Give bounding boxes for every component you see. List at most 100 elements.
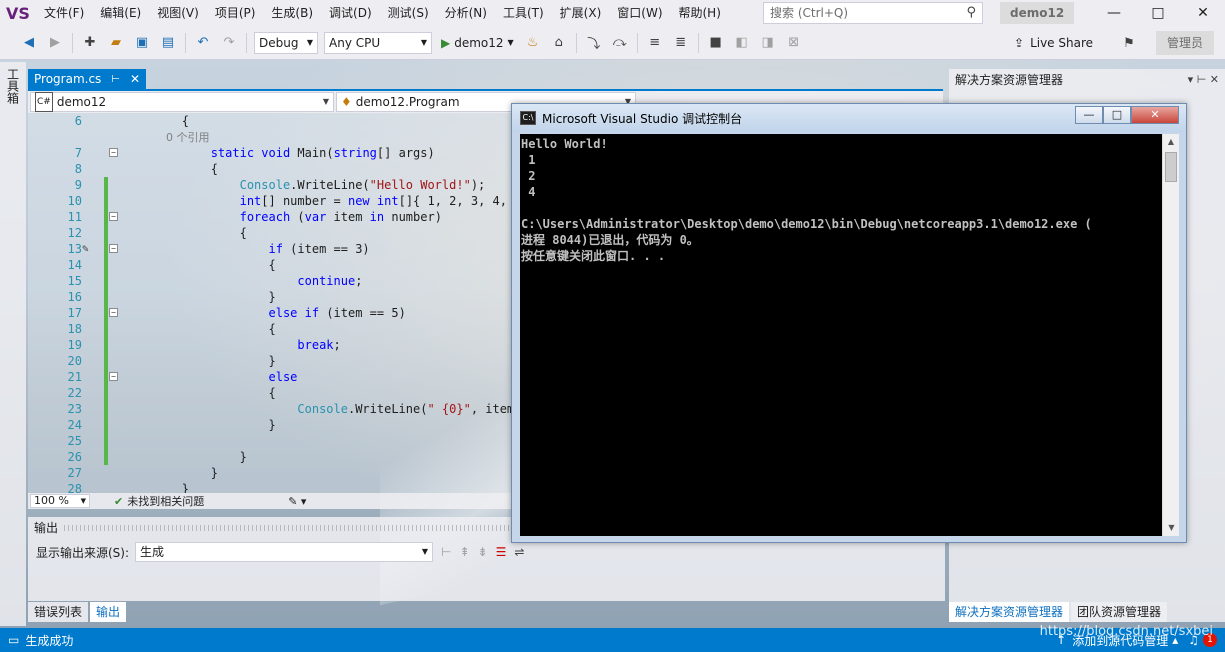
console-line: Hello World! — [521, 137, 608, 151]
menu-item[interactable]: 文件(F) — [36, 0, 92, 26]
line-number: 16 — [67, 290, 82, 304]
line-number: 12 — [67, 226, 82, 240]
word-wrap-icon[interactable]: ⇌ — [514, 545, 524, 559]
line-number: 18 — [67, 322, 82, 336]
change-indicator — [104, 369, 108, 385]
pane-options-icon[interactable]: ▾ ⊢ ✕ — [1188, 69, 1219, 91]
menu-item[interactable]: 视图(V) — [149, 0, 207, 26]
line-number: 27 — [67, 466, 82, 480]
console-minimize-button[interactable]: — — [1075, 106, 1103, 124]
tab-solution-explorer[interactable]: 解决方案资源管理器 — [949, 602, 1070, 622]
minimize-button[interactable]: — — [1092, 0, 1136, 26]
collapse-icon[interactable]: − — [109, 308, 118, 317]
open-folder-icon[interactable]: ▰ — [105, 32, 127, 54]
new-project-icon[interactable]: ✚ — [79, 32, 101, 54]
tab-program-cs[interactable]: Program.cs ⊢ ✕ — [28, 69, 146, 89]
line-number: 22 — [67, 386, 82, 400]
back-icon[interactable]: ◀ — [18, 32, 40, 54]
hot-reload-icon[interactable]: ♨ — [522, 32, 544, 54]
code-text: { — [124, 258, 276, 272]
tab-output[interactable]: 输出 — [90, 602, 127, 622]
save-all-icon[interactable]: ▤ — [157, 32, 179, 54]
code-text: { — [124, 322, 276, 336]
console-line: 按任意键关闭此窗口. . . — [521, 249, 666, 263]
console-line: C:\Users\Administrator\Desktop\demo\demo… — [521, 217, 1092, 231]
maximize-button[interactable]: □ — [1136, 0, 1180, 26]
toolbox-strip[interactable]: 工具箱 — [0, 62, 26, 626]
live-share-button[interactable]: ⇪ Live Share — [1014, 32, 1093, 54]
quick-action-icon[interactable]: ✎ — [82, 241, 89, 257]
toolbar-separator — [636, 32, 638, 53]
code-text: if (item == 3) — [268, 242, 370, 256]
debug-console-window[interactable]: C:\ Microsoft Visual Studio 调试控制台 — □ ✕ … — [511, 103, 1187, 543]
zoom-dropdown[interactable]: 100 % ▼ — [30, 494, 90, 508]
prev-message-icon[interactable]: ⇞ — [459, 545, 469, 559]
console-scrollbar[interactable]: ▲ ▼ — [1162, 134, 1179, 536]
goto-error-icon[interactable]: ⊢ — [441, 545, 451, 559]
output-source-dropdown[interactable]: 生成 ▼ — [135, 542, 434, 562]
scroll-down-icon[interactable]: ▼ — [1163, 520, 1180, 536]
feedback-icon[interactable]: ⚑ — [1118, 32, 1140, 54]
change-indicator — [104, 273, 108, 289]
uncomment-icon[interactable]: ≣ — [670, 32, 692, 54]
menu-item[interactable]: 帮助(H) — [671, 0, 729, 26]
brush-icon[interactable]: ✎ ▾ — [288, 495, 306, 508]
step-into-icon[interactable]: ⤵ — [583, 32, 605, 54]
menu-item[interactable]: 分析(N) — [437, 0, 495, 26]
change-indicator — [104, 337, 108, 353]
console-output[interactable]: Hello World! 1 2 4 C:\Users\Administrator… — [520, 134, 1162, 536]
redo-icon[interactable]: ↷ — [218, 32, 240, 54]
menu-item[interactable]: 调试(D) — [321, 0, 380, 26]
undo-icon[interactable]: ↶ — [192, 32, 214, 54]
change-indicator — [104, 433, 108, 449]
class-icon: ♦ — [341, 95, 352, 109]
bookmark-icon[interactable]: ■ — [705, 32, 727, 54]
code-text: } — [124, 418, 276, 432]
scroll-up-icon[interactable]: ▲ — [1163, 134, 1179, 150]
collapse-icon[interactable]: − — [109, 372, 118, 381]
prev-bookmark-icon[interactable]: ◧ — [731, 32, 753, 54]
collapse-icon[interactable]: − — [109, 212, 118, 221]
code-text: else — [268, 370, 298, 384]
menu-item[interactable]: 测试(S) — [380, 0, 437, 26]
close-button[interactable]: ✕ — [1181, 0, 1225, 26]
menu-item[interactable]: 扩展(X) — [552, 0, 610, 26]
tab-team-explorer[interactable]: 团队资源管理器 — [1071, 602, 1168, 622]
save-icon[interactable]: ▣ — [131, 32, 153, 54]
collapse-icon[interactable]: − — [109, 244, 118, 253]
forward-icon[interactable]: ▶ — [44, 32, 66, 54]
next-message-icon[interactable]: ⇟ — [478, 545, 488, 559]
change-indicator — [104, 353, 108, 369]
close-icon[interactable]: ✕ — [130, 72, 140, 86]
console-close-button[interactable]: ✕ — [1131, 106, 1179, 124]
step-over-icon[interactable]: ⤼ — [609, 32, 631, 54]
clear-all-icon[interactable]: ☰ — [496, 545, 507, 559]
next-bookmark-icon[interactable]: ◨ — [757, 32, 779, 54]
play-icon: ▶ — [441, 35, 451, 50]
scroll-thumb[interactable] — [1165, 152, 1177, 182]
configuration-dropdown[interactable]: Debug ▼ — [254, 31, 318, 54]
menu-item[interactable]: 工具(T) — [495, 0, 552, 26]
change-indicator — [104, 417, 108, 433]
tab-title: Program.cs — [34, 72, 102, 86]
menu-item[interactable]: 生成(B) — [263, 0, 321, 26]
platform-dropdown[interactable]: Any CPU ▼ — [324, 31, 432, 54]
menu-item[interactable]: 编辑(E) — [92, 0, 149, 26]
line-number: 25 — [67, 434, 82, 448]
menu-item[interactable]: 窗口(W) — [609, 0, 670, 26]
comment-icon[interactable]: ≡ — [644, 32, 666, 54]
pin-icon[interactable]: ⊢ — [111, 74, 120, 85]
collapse-icon[interactable]: − — [109, 148, 118, 157]
browser-link-icon[interactable]: ⌂ — [548, 32, 570, 54]
project-dropdown[interactable]: C# demo12 ▼ — [30, 92, 334, 112]
menu-item[interactable]: 项目(P) — [207, 0, 264, 26]
project-value: demo12 — [56, 95, 107, 109]
tab-error-list[interactable]: 错误列表 — [28, 602, 89, 622]
clear-bookmarks-icon[interactable]: ⊠ — [783, 32, 805, 54]
share-icon: ⇪ — [1014, 36, 1025, 50]
line-number: 19 — [67, 338, 82, 352]
console-maximize-button[interactable]: □ — [1103, 106, 1131, 124]
search-input[interactable]: 搜索 (Ctrl+Q) ⚲ — [763, 2, 983, 24]
start-debugging-button[interactable]: ▶ demo12 ▼ — [441, 36, 514, 50]
change-indicator — [104, 209, 108, 225]
